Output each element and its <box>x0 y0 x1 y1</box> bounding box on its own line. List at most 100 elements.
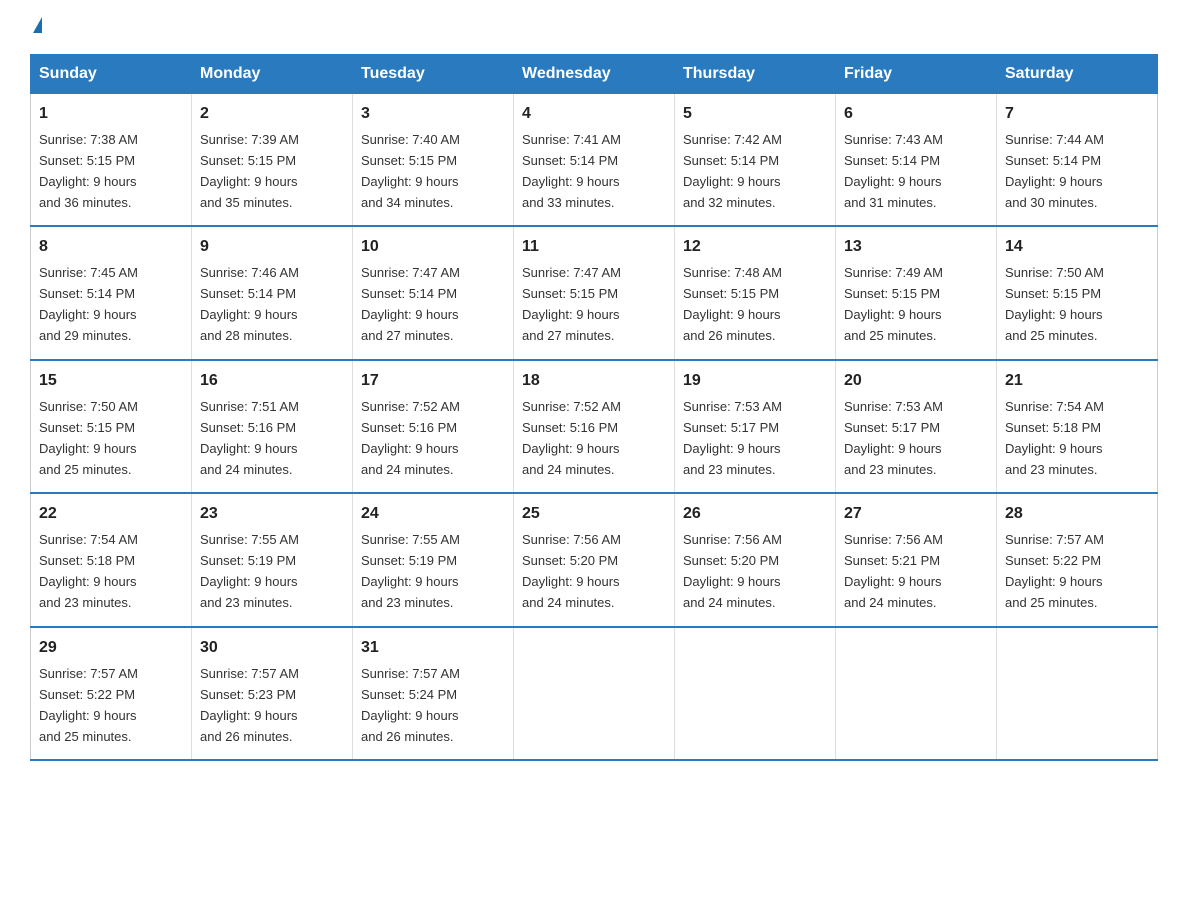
calendar-cell: 18 Sunrise: 7:52 AMSunset: 5:16 PMDayligh… <box>514 360 675 493</box>
day-info: Sunrise: 7:57 AMSunset: 5:22 PMDaylight:… <box>39 666 138 744</box>
day-info: Sunrise: 7:51 AMSunset: 5:16 PMDaylight:… <box>200 399 299 477</box>
day-number: 20 <box>844 369 988 394</box>
page-header <box>30 20 1158 36</box>
day-number: 4 <box>522 102 666 127</box>
day-number: 23 <box>200 502 344 527</box>
day-number: 13 <box>844 235 988 260</box>
header-saturday: Saturday <box>997 55 1158 94</box>
calendar-cell: 10 Sunrise: 7:47 AMSunset: 5:14 PMDayligh… <box>353 226 514 359</box>
day-info: Sunrise: 7:40 AMSunset: 5:15 PMDaylight:… <box>361 132 460 210</box>
calendar-cell: 12Sunrise: 7:48 AMSunset: 5:15 PMDayligh… <box>675 226 836 359</box>
day-info: Sunrise: 7:46 AMSunset: 5:14 PMDaylight:… <box>200 265 299 343</box>
day-info: Sunrise: 7:57 AMSunset: 5:23 PMDaylight:… <box>200 666 299 744</box>
day-info: Sunrise: 7:52 AMSunset: 5:16 PMDaylight:… <box>522 399 621 477</box>
day-info: Sunrise: 7:43 AMSunset: 5:14 PMDaylight:… <box>844 132 943 210</box>
day-number: 24 <box>361 502 505 527</box>
day-number: 29 <box>39 636 183 661</box>
calendar-cell: 25 Sunrise: 7:56 AMSunset: 5:20 PMDayligh… <box>514 493 675 626</box>
calendar-week-row: 15 Sunrise: 7:50 AMSunset: 5:15 PMDayligh… <box>31 360 1158 493</box>
day-info: Sunrise: 7:57 AMSunset: 5:24 PMDaylight:… <box>361 666 460 744</box>
calendar-cell: 26 Sunrise: 7:56 AMSunset: 5:20 PMDayligh… <box>675 493 836 626</box>
day-info: Sunrise: 7:56 AMSunset: 5:21 PMDaylight:… <box>844 532 943 610</box>
calendar-cell <box>836 627 997 760</box>
day-info: Sunrise: 7:48 AMSunset: 5:15 PMDaylight:… <box>683 265 782 343</box>
day-number: 25 <box>522 502 666 527</box>
calendar-cell: 28 Sunrise: 7:57 AMSunset: 5:22 PMDayligh… <box>997 493 1158 626</box>
calendar-cell: 23 Sunrise: 7:55 AMSunset: 5:19 PMDayligh… <box>192 493 353 626</box>
day-info: Sunrise: 7:56 AMSunset: 5:20 PMDaylight:… <box>522 532 621 610</box>
day-info: Sunrise: 7:55 AMSunset: 5:19 PMDaylight:… <box>200 532 299 610</box>
day-number: 2 <box>200 102 344 127</box>
logo <box>30 20 42 36</box>
day-info: Sunrise: 7:41 AMSunset: 5:14 PMDaylight:… <box>522 132 621 210</box>
calendar-cell: 6 Sunrise: 7:43 AMSunset: 5:14 PMDaylight… <box>836 94 997 227</box>
calendar-cell: 22Sunrise: 7:54 AMSunset: 5:18 PMDayligh… <box>31 493 192 626</box>
header-tuesday: Tuesday <box>353 55 514 94</box>
calendar-cell: 15 Sunrise: 7:50 AMSunset: 5:15 PMDayligh… <box>31 360 192 493</box>
header-monday: Monday <box>192 55 353 94</box>
day-number: 8 <box>39 235 183 260</box>
calendar-cell: 11Sunrise: 7:47 AMSunset: 5:15 PMDayligh… <box>514 226 675 359</box>
calendar-cell: 1 Sunrise: 7:38 AMSunset: 5:15 PMDaylight… <box>31 94 192 227</box>
calendar-table: SundayMondayTuesdayWednesdayThursdayFrid… <box>30 54 1158 761</box>
calendar-cell: 13 Sunrise: 7:49 AMSunset: 5:15 PMDayligh… <box>836 226 997 359</box>
day-number: 5 <box>683 102 827 127</box>
calendar-cell: 21 Sunrise: 7:54 AMSunset: 5:18 PMDayligh… <box>997 360 1158 493</box>
day-number: 15 <box>39 369 183 394</box>
calendar-cell: 17 Sunrise: 7:52 AMSunset: 5:16 PMDayligh… <box>353 360 514 493</box>
calendar-cell <box>675 627 836 760</box>
day-number: 6 <box>844 102 988 127</box>
day-info: Sunrise: 7:57 AMSunset: 5:22 PMDaylight:… <box>1005 532 1104 610</box>
day-info: Sunrise: 7:38 AMSunset: 5:15 PMDaylight:… <box>39 132 138 210</box>
logo-triangle-icon <box>33 17 42 33</box>
day-info: Sunrise: 7:53 AMSunset: 5:17 PMDaylight:… <box>683 399 782 477</box>
calendar-cell: 3 Sunrise: 7:40 AMSunset: 5:15 PMDaylight… <box>353 94 514 227</box>
day-number: 9 <box>200 235 344 260</box>
header-sunday: Sunday <box>31 55 192 94</box>
day-number: 16 <box>200 369 344 394</box>
header-friday: Friday <box>836 55 997 94</box>
calendar-cell: 20 Sunrise: 7:53 AMSunset: 5:17 PMDayligh… <box>836 360 997 493</box>
day-number: 14 <box>1005 235 1149 260</box>
day-info: Sunrise: 7:39 AMSunset: 5:15 PMDaylight:… <box>200 132 299 210</box>
calendar-cell: 30 Sunrise: 7:57 AMSunset: 5:23 PMDayligh… <box>192 627 353 760</box>
day-number: 19 <box>683 369 827 394</box>
day-number: 26 <box>683 502 827 527</box>
calendar-cell: 5Sunrise: 7:42 AMSunset: 5:14 PMDaylight… <box>675 94 836 227</box>
calendar-cell: 16 Sunrise: 7:51 AMSunset: 5:16 PMDayligh… <box>192 360 353 493</box>
day-number: 28 <box>1005 502 1149 527</box>
calendar-cell: 19 Sunrise: 7:53 AMSunset: 5:17 PMDayligh… <box>675 360 836 493</box>
day-info: Sunrise: 7:49 AMSunset: 5:15 PMDaylight:… <box>844 265 943 343</box>
day-number: 21 <box>1005 369 1149 394</box>
calendar-cell: 14Sunrise: 7:50 AMSunset: 5:15 PMDayligh… <box>997 226 1158 359</box>
calendar-cell: 8 Sunrise: 7:45 AMSunset: 5:14 PMDaylight… <box>31 226 192 359</box>
day-info: Sunrise: 7:53 AMSunset: 5:17 PMDaylight:… <box>844 399 943 477</box>
day-number: 18 <box>522 369 666 394</box>
day-number: 10 <box>361 235 505 260</box>
day-number: 27 <box>844 502 988 527</box>
calendar-header-row: SundayMondayTuesdayWednesdayThursdayFrid… <box>31 55 1158 94</box>
day-number: 1 <box>39 102 183 127</box>
header-wednesday: Wednesday <box>514 55 675 94</box>
calendar-cell <box>997 627 1158 760</box>
day-info: Sunrise: 7:47 AMSunset: 5:14 PMDaylight:… <box>361 265 460 343</box>
day-info: Sunrise: 7:54 AMSunset: 5:18 PMDaylight:… <box>1005 399 1104 477</box>
day-info: Sunrise: 7:56 AMSunset: 5:20 PMDaylight:… <box>683 532 782 610</box>
calendar-week-row: 1 Sunrise: 7:38 AMSunset: 5:15 PMDaylight… <box>31 94 1158 227</box>
calendar-week-row: 29 Sunrise: 7:57 AMSunset: 5:22 PMDayligh… <box>31 627 1158 760</box>
day-number: 30 <box>200 636 344 661</box>
calendar-week-row: 22Sunrise: 7:54 AMSunset: 5:18 PMDayligh… <box>31 493 1158 626</box>
day-info: Sunrise: 7:52 AMSunset: 5:16 PMDaylight:… <box>361 399 460 477</box>
day-info: Sunrise: 7:50 AMSunset: 5:15 PMDaylight:… <box>39 399 138 477</box>
calendar-cell: 24Sunrise: 7:55 AMSunset: 5:19 PMDayligh… <box>353 493 514 626</box>
day-number: 7 <box>1005 102 1149 127</box>
day-number: 11 <box>522 235 666 260</box>
calendar-cell <box>514 627 675 760</box>
calendar-cell: 27 Sunrise: 7:56 AMSunset: 5:21 PMDayligh… <box>836 493 997 626</box>
day-number: 17 <box>361 369 505 394</box>
day-number: 3 <box>361 102 505 127</box>
day-info: Sunrise: 7:54 AMSunset: 5:18 PMDaylight:… <box>39 532 138 610</box>
calendar-cell: 29 Sunrise: 7:57 AMSunset: 5:22 PMDayligh… <box>31 627 192 760</box>
day-info: Sunrise: 7:45 AMSunset: 5:14 PMDaylight:… <box>39 265 138 343</box>
calendar-week-row: 8 Sunrise: 7:45 AMSunset: 5:14 PMDaylight… <box>31 226 1158 359</box>
